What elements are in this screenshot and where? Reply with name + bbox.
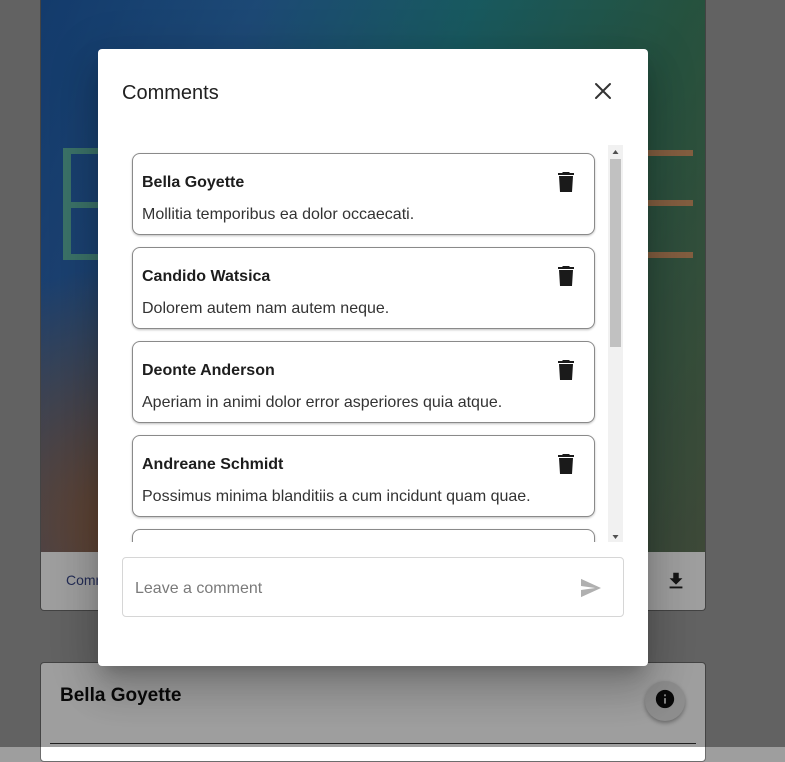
delete-icon — [557, 453, 575, 479]
comment-text: Mollitia temporibus ea dolor occaecati. — [142, 206, 415, 223]
comment-text: Dolorem autem nam autem neque. — [142, 300, 390, 317]
comment-author: Bella Goyette — [142, 174, 245, 191]
comments-dialog: Comments Bella Goyette Mollitia temporib… — [98, 49, 648, 666]
delete-button[interactable] — [553, 453, 579, 479]
send-icon — [580, 578, 602, 603]
delete-button[interactable] — [553, 359, 579, 385]
delete-button[interactable] — [553, 265, 579, 291]
comment-card — [132, 529, 595, 542]
comments-list[interactable]: Bella Goyette Mollitia temporibus ea dol… — [122, 144, 624, 542]
comment-author: Candido Watsica — [142, 268, 271, 285]
comment-card: Candido Watsica Dolorem autem nam autem … — [132, 247, 595, 329]
delete-button[interactable] — [553, 171, 579, 197]
scroll-thumb[interactable] — [610, 159, 621, 347]
scroll-up-arrow-icon[interactable] — [608, 145, 623, 157]
comments-scrollbar[interactable] — [608, 145, 623, 542]
delete-icon — [557, 265, 575, 291]
comment-author: Deonte Anderson — [142, 362, 275, 379]
delete-icon — [557, 171, 575, 197]
comment-input-box — [122, 557, 624, 617]
comment-text: Aperiam in animi dolor error asperiores … — [142, 394, 503, 411]
scroll-down-arrow-icon[interactable] — [608, 530, 623, 542]
comment-input[interactable] — [133, 576, 557, 602]
send-button[interactable] — [577, 576, 605, 604]
comment-text: Possimus minima blanditiis a cum incidun… — [142, 488, 531, 505]
comment-card: Deonte Anderson Aperiam in animi dolor e… — [132, 341, 595, 423]
comment-card: Andreane Schmidt Possimus minima blandit… — [132, 435, 595, 517]
close-button[interactable] — [588, 78, 618, 108]
delete-icon — [557, 359, 575, 385]
close-icon — [594, 82, 612, 105]
dialog-title: Comments — [122, 82, 219, 104]
comment-card: Bella Goyette Mollitia temporibus ea dol… — [132, 153, 595, 235]
comment-author: Andreane Schmidt — [142, 456, 284, 473]
